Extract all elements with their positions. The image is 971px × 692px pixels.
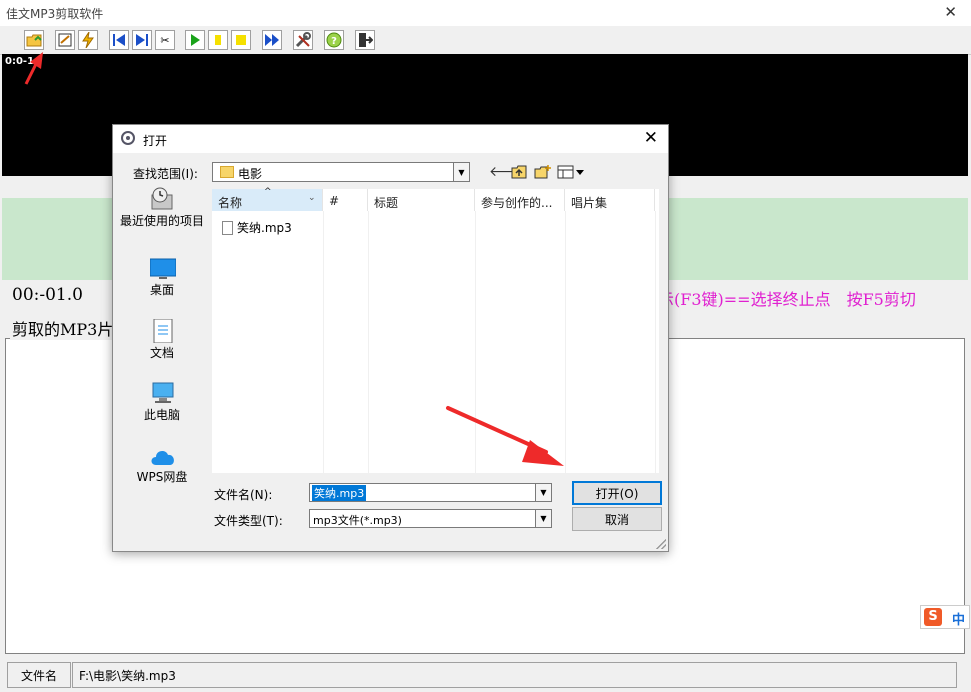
title-bar: 佳文MP3剪取软件 ✕: [0, 0, 971, 26]
place-desktop-label: 桌面: [149, 283, 174, 297]
look-in-label: 查找范围(I):: [133, 167, 198, 181]
fast-forward-icon[interactable]: [262, 30, 282, 50]
resize-grip[interactable]: [656, 539, 666, 549]
file-item-name: 笑纳.mp3: [237, 221, 292, 235]
filetype-value: mp3文件(*.mp3): [313, 514, 402, 527]
sort-up-icon: ^: [264, 187, 272, 197]
exit-icon[interactable]: [355, 30, 375, 50]
new-folder-icon[interactable]: [534, 164, 552, 183]
open-button[interactable]: 打开(O): [572, 481, 662, 505]
filetype-label: 文件类型(T):: [214, 514, 283, 528]
status-label: 文件名: [7, 662, 71, 688]
chevron-down-icon[interactable]: ▼: [535, 484, 551, 501]
column-album[interactable]: 唱片集: [565, 189, 655, 211]
folder-icon: [220, 166, 234, 178]
dialog-title: 打开: [143, 134, 168, 148]
filename-value: 笑纳.mp3: [312, 485, 367, 501]
filename-label: 文件名(N):: [214, 488, 273, 502]
place-recent-label: 最近使用的项目: [119, 214, 204, 228]
ime-indicator[interactable]: S 中: [920, 605, 970, 629]
help-icon[interactable]: ?: [324, 30, 344, 50]
skip-end-icon[interactable]: [132, 30, 152, 50]
column-divider: [323, 211, 324, 473]
status-filepath: F:\电影\笑纳.mp3: [72, 662, 957, 688]
column-contributing-artists[interactable]: 参与创作的...: [475, 189, 565, 211]
column-divider: [368, 211, 369, 473]
column-name[interactable]: 名称 ^ ⌄: [212, 187, 323, 211]
play-icon[interactable]: [185, 30, 205, 50]
time-display: 00:-01.0: [12, 285, 83, 305]
svg-text:?: ?: [331, 36, 337, 47]
place-this-pc-label: 此电脑: [143, 408, 180, 422]
column-divider: [655, 211, 656, 473]
places-bar: 最近使用的项目 桌面 文档 此电脑 WPS网盘: [119, 187, 205, 487]
column-divider: [565, 211, 566, 473]
hotkey-hint: 示(F3键)==选择终止点 按F5剪切: [658, 290, 916, 309]
disc-icon: [121, 131, 135, 145]
up-folder-icon[interactable]: [511, 165, 527, 183]
dialog-title-bar: 打开 ✕: [113, 125, 668, 153]
close-icon[interactable]: ✕: [944, 3, 957, 21]
edit-icon[interactable]: [55, 30, 75, 50]
stop-icon[interactable]: [231, 30, 251, 50]
dialog-close-icon[interactable]: ✕: [644, 128, 658, 148]
look-in-combo[interactable]: 电影 ▼: [212, 162, 470, 182]
ime-mode: 中: [952, 613, 966, 628]
sogou-icon: S: [924, 608, 942, 626]
app-title: 佳文MP3剪取软件: [6, 7, 104, 21]
look-in-value: 电影: [238, 167, 263, 181]
filename-input[interactable]: 笑纳.mp3 ▼: [309, 483, 552, 502]
chevron-down-icon[interactable]: ▼: [453, 163, 469, 181]
lightning-icon[interactable]: [78, 30, 98, 50]
cancel-button[interactable]: 取消: [572, 507, 662, 531]
filetype-select[interactable]: mp3文件(*.mp3) ▼: [309, 509, 552, 528]
chevron-down-icon[interactable]: ▼: [535, 510, 551, 527]
toolbar: ✂ ?: [0, 26, 971, 55]
file-icon: [222, 220, 233, 235]
file-item[interactable]: 笑纳.mp3: [222, 219, 292, 236]
pause-icon[interactable]: [208, 30, 228, 50]
open-icon[interactable]: [24, 30, 44, 50]
place-documents-label: 文档: [149, 346, 174, 360]
clip-group-label: 剪取的MP3片: [10, 316, 116, 340]
file-list[interactable]: 名称 ^ ⌄ # 标题 参与创作的... 唱片集 笑纳.mp3: [212, 187, 659, 473]
position-readout: 0:0-1: [5, 56, 35, 67]
column-divider: [475, 211, 476, 473]
place-wps-cloud-label: WPS网盘: [136, 470, 188, 484]
chevron-down-icon[interactable]: ⌄: [308, 193, 316, 203]
tools-icon[interactable]: [293, 30, 313, 50]
view-menu-icon[interactable]: [557, 165, 585, 183]
skip-start-icon[interactable]: [109, 30, 129, 50]
open-dialog: 打开 ✕ 查找范围(I): 电影 ▼ 🡐 最近使用的项目 桌面 文档 此电脑 W…: [112, 124, 669, 552]
column-title[interactable]: 标题: [368, 189, 475, 211]
column-number[interactable]: #: [323, 189, 368, 211]
scissors-icon[interactable]: ✂: [155, 30, 175, 50]
